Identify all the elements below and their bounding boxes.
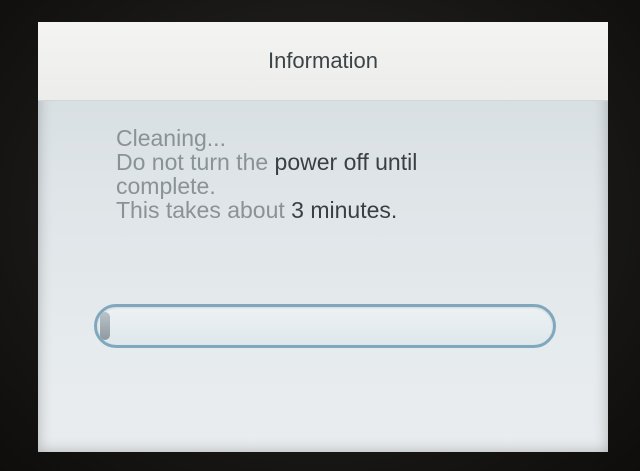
- progress-bar: [94, 304, 556, 348]
- dialog-message: Cleaning... Do not turn the power off un…: [116, 126, 576, 222]
- message-line-4-light: This takes about: [116, 197, 292, 223]
- device-bezel: Information Cleaning... Do not turn the …: [0, 0, 640, 471]
- progress-bar-fill: [100, 312, 110, 340]
- dialog-title: Information: [267, 48, 379, 73]
- message-line-4-dark: 3 minutes.: [291, 197, 398, 223]
- dialog-title-bar: Information: [38, 22, 608, 101]
- message-line-1: Cleaning...: [116, 125, 226, 151]
- message-line-2-dark: power off until: [274, 149, 418, 175]
- message-line-2: Do not turn the power off until: [116, 150, 576, 174]
- message-line-3: complete.: [116, 173, 216, 199]
- lcd-screen: Information Cleaning... Do not turn the …: [38, 22, 608, 452]
- message-line-4: This takes about 3 minutes.: [116, 198, 576, 222]
- message-line-2-light: Do not turn the: [116, 149, 275, 175]
